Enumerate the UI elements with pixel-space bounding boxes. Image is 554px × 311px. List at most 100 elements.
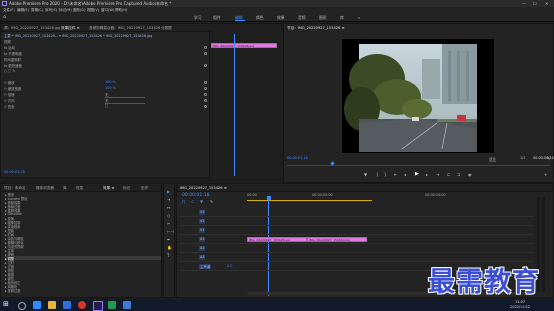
effect-controls-header[interactable]: 主要 * IMG_20220927_153426... ▾ IMG_202209…: [4, 33, 152, 38]
track-target-label[interactable]: A3: [199, 255, 206, 260]
track-target-label[interactable]: V3: [199, 210, 206, 215]
tool-icon[interactable]: ✒: [167, 237, 170, 242]
workspace-effects[interactable]: 效果: [277, 15, 285, 21]
effect-controls-timecode[interactable]: 00:00:01:18: [4, 170, 25, 175]
reset-opacity-icon[interactable]: [204, 52, 207, 55]
windows-start-icon[interactable]: ⊞: [3, 300, 11, 308]
tool-icon[interactable]: ✂: [167, 221, 170, 226]
program-resolution-dropdown[interactable]: 1/2: [520, 156, 525, 161]
effect-controls-playhead[interactable]: [234, 34, 235, 176]
reset-direction-icon[interactable]: [204, 99, 207, 102]
linked-selection-icon[interactable]: ⊂: [191, 199, 194, 204]
tab-project[interactable]: 项目：未命名: [4, 186, 26, 191]
mark-out-bracket-icon[interactable]: }: [384, 172, 387, 177]
store-icon[interactable]: [63, 301, 71, 309]
workspace-audio[interactable]: 音频: [298, 15, 306, 21]
reset-round-icon[interactable]: [204, 105, 207, 108]
track-target-label[interactable]: 主声道: [199, 264, 212, 269]
timeline-playhead[interactable]: [268, 196, 269, 296]
edge-icon[interactable]: [33, 301, 41, 309]
tab-source[interactable]: 源：IMG_20220927_153426.jpg: [4, 26, 60, 31]
tab-audio-clip-mixer[interactable]: 音频剪辑混合器：IMG_20220927_153426: [89, 26, 160, 31]
tool-icon[interactable]: ↔: [167, 205, 170, 210]
workspace-libraries[interactable]: 库: [340, 15, 344, 21]
play-icon[interactable]: ▶: [415, 171, 419, 177]
timeline-playhead-handle[interactable]: [266, 196, 271, 200]
tool-icon[interactable]: ⊢⊣: [167, 229, 174, 234]
effect-motion[interactable]: fx 运动: [4, 45, 15, 50]
master-volume-value[interactable]: 0.0: [227, 264, 232, 269]
timeline-settings-icon[interactable]: ✎: [210, 199, 213, 204]
chrome-icon[interactable]: [78, 301, 86, 309]
program-video-frame[interactable]: [342, 39, 494, 153]
mark-out-icon[interactable]: {: [376, 172, 379, 177]
workspace-color[interactable]: 颜色: [256, 15, 264, 21]
tab-history[interactable]: 历史: [141, 186, 148, 191]
browser-icon[interactable]: [123, 301, 131, 309]
reset-scale-icon[interactable]: [204, 81, 207, 84]
step-forward-icon[interactable]: ▸: [426, 172, 428, 177]
workspace-learn[interactable]: 学习: [194, 15, 202, 21]
tab-media-browser[interactable]: 媒体浏览器: [36, 186, 54, 191]
program-scrubber[interactable]: [287, 165, 550, 166]
param-direction-dropdown[interactable]: 无: [105, 98, 145, 104]
maximize-button[interactable]: ☐: [533, 1, 537, 6]
track-target-label[interactable]: V1: [199, 228, 206, 233]
tool-icon[interactable]: ⇥: [167, 197, 170, 202]
timeline-clip-2[interactable]: IMG_20220927_153410.jpg: [307, 237, 367, 242]
tab-program[interactable]: 节目：IMG_20220927_153426 ≡: [287, 26, 344, 31]
timeline-clip-1[interactable]: IMG_20220927_153426.jpg: [247, 237, 307, 242]
go-to-out-icon[interactable]: ⇥: [436, 172, 439, 177]
effect-time-remap[interactable]: 时间重映射: [4, 57, 21, 62]
tab-markers[interactable]: 标记: [123, 186, 130, 191]
param-scale-value[interactable]: 100 %: [105, 80, 116, 85]
effect-controls-clip[interactable]: IMG_20220927_153426.jpg: [211, 43, 277, 48]
tool-icon[interactable]: ◇: [167, 213, 170, 218]
tool-icon[interactable]: ✋: [167, 245, 172, 250]
tab-effect-controls[interactable]: 效果控件 ≡: [61, 26, 80, 31]
settings-wrench-icon[interactable]: ✎: [547, 156, 550, 161]
home-icon[interactable]: ⌂: [3, 14, 6, 20]
tool-icon[interactable]: T: [167, 253, 169, 258]
tab-libraries[interactable]: 库: [63, 186, 67, 191]
close-button[interactable]: ✕: [545, 1, 548, 6]
program-zoom-dropdown[interactable]: 适合: [489, 156, 496, 162]
tab-info[interactable]: 信息: [76, 186, 83, 191]
tab-sequence[interactable]: IMG_20220927_153426 ≡: [180, 186, 227, 190]
program-timecode[interactable]: 00:00:01:18: [287, 156, 308, 161]
export-frame-icon[interactable]: ◉: [468, 172, 472, 177]
tool-icon[interactable]: ▶: [167, 189, 170, 194]
overwrite-icon[interactable]: ⊐: [457, 172, 460, 177]
tab-metadata[interactable]: 元数据: [161, 26, 172, 31]
add-marker-icon[interactable]: ▼: [200, 199, 203, 204]
premiere-taskbar-icon[interactable]: [93, 301, 103, 311]
effect-controls-timeline[interactable]: IMG_20220927_153426.jpg: [209, 31, 283, 178]
button-editor-icon[interactable]: +: [544, 172, 547, 177]
work-area-bar[interactable]: [247, 200, 372, 201]
snap-icon[interactable]: ⋂: [182, 199, 185, 204]
minimize-button[interactable]: —: [522, 1, 526, 6]
effect-opacity[interactable]: fx 不透明度: [4, 51, 22, 56]
go-to-in-icon[interactable]: ⇤: [394, 172, 397, 177]
insert-icon[interactable]: ⊏: [447, 172, 450, 177]
reset-motion-icon[interactable]: [204, 46, 207, 49]
reset-speed-param-icon[interactable]: [204, 93, 207, 96]
param-scale-width-value[interactable]: 100 %: [105, 86, 116, 91]
explorer-icon[interactable]: [48, 301, 56, 309]
reset-scale-width-icon[interactable]: [204, 87, 207, 90]
workspace-assembly[interactable]: 组件: [213, 15, 221, 21]
track-target-label[interactable]: V2: [199, 219, 206, 224]
track-target-label[interactable]: A1: [199, 237, 206, 242]
search-icon[interactable]: [18, 302, 26, 310]
tab-effects[interactable]: 效果 ≡: [103, 186, 114, 191]
wechat-icon[interactable]: [108, 301, 116, 309]
mask-tools[interactable]: ○ □ ✎: [4, 69, 15, 74]
param-round-checkbox[interactable]: □: [105, 104, 108, 109]
step-back-icon[interactable]: ◂: [404, 172, 406, 177]
timeline-timecode[interactable]: 00:00:01:18: [182, 193, 209, 198]
workspace-graphics[interactable]: 图形: [319, 15, 327, 21]
mark-in-icon[interactable]: ▼: [364, 172, 367, 177]
effect-category-item[interactable]: ▸ 视频过渡: [5, 288, 161, 293]
workspace-more[interactable]: »: [358, 15, 360, 20]
effect-change-speed[interactable]: fx 更改速度: [4, 63, 22, 68]
